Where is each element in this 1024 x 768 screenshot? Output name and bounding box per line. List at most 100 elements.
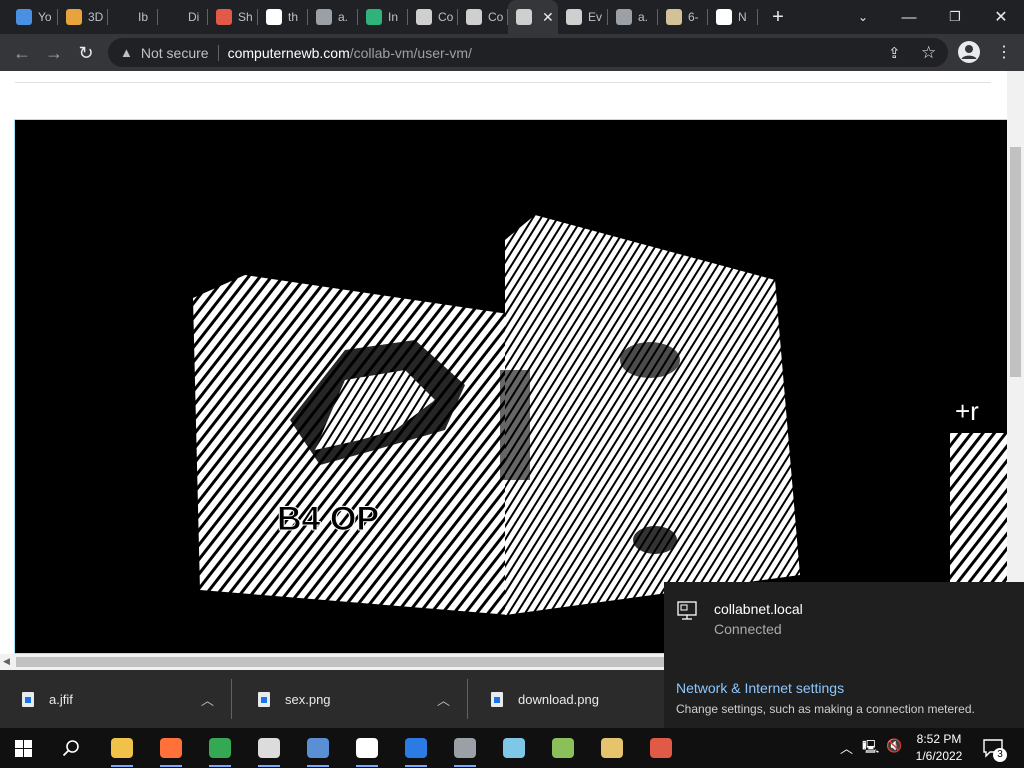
- running-app-indicator: [258, 765, 280, 767]
- security-label[interactable]: Not secure: [141, 45, 209, 61]
- back-arrow-icon: ←: [13, 42, 31, 63]
- chevron-up-icon[interactable]: ︿: [437, 690, 450, 709]
- collabvm-icon: [416, 9, 432, 25]
- windows-start-icon[interactable]: [15, 740, 32, 757]
- browser-tab[interactable]: ✕: [508, 0, 558, 34]
- tab-label: N: [738, 10, 747, 24]
- globe-icon: [316, 9, 332, 25]
- box-text-fragment: B4 OP: [277, 500, 379, 538]
- network-flyout: collabnet.local Connected Network & Inte…: [664, 582, 1024, 728]
- file-explorer-icon[interactable]: [110, 736, 134, 760]
- volume-muted-icon[interactable]: 🔇: [886, 738, 902, 754]
- download-filename: download.png: [518, 691, 599, 707]
- minimize-button[interactable]: —: [886, 4, 932, 30]
- vm-screen-image: B4 OP +r: [193, 215, 1007, 653]
- browser-tab[interactable]: a.: [608, 0, 658, 34]
- tab-strip: Yo 3D Ib Di Sh th a. In Co Co ✕ Ev a. 6- N + ⌄ — ❐ ✕: [0, 0, 1024, 34]
- tab-label: 3D: [88, 10, 104, 24]
- blank-icon: [116, 9, 132, 25]
- tab-label: Sh: [238, 10, 253, 24]
- translate-icon: [366, 9, 382, 25]
- paint-icon[interactable]: [600, 736, 624, 760]
- download-item[interactable]: sex.png ︿: [236, 670, 468, 728]
- network-name[interactable]: collabnet.local: [714, 601, 803, 617]
- browser-tab[interactable]: Ib: [108, 0, 158, 34]
- chrome-icon: [716, 9, 732, 25]
- address-bar[interactable]: ▲ Not secure computernewb.com /collab-vm…: [108, 38, 948, 67]
- paint-icon-glyph: [601, 738, 623, 758]
- bookmark-star-icon[interactable]: ☆: [921, 38, 936, 67]
- web-page: B4 OP +r: [0, 71, 1007, 654]
- browser-tab[interactable]: Yo: [8, 0, 58, 34]
- browser-tab[interactable]: Sh: [208, 0, 258, 34]
- search-icon[interactable]: [62, 739, 80, 757]
- firefox-icon[interactable]: [159, 736, 183, 760]
- share-icon[interactable]: ⇪: [888, 38, 901, 67]
- reload-button[interactable]: ↻: [72, 39, 100, 67]
- tab-label: th: [288, 10, 299, 24]
- google-icon: [266, 9, 282, 25]
- qbittorrent-icon[interactable]: [306, 736, 330, 760]
- running-app-indicator: [307, 765, 329, 767]
- clock-time: 8:52 PM: [916, 732, 962, 746]
- back-button[interactable]: ←: [8, 39, 36, 67]
- download-icon: [16, 9, 32, 25]
- close-tab-icon[interactable]: ✕: [542, 9, 554, 26]
- download-divider: [231, 679, 232, 719]
- qbittorrent-icon-glyph: [307, 738, 329, 758]
- chevron-up-icon[interactable]: ︿: [201, 690, 214, 709]
- tab-label: 6-: [688, 10, 699, 24]
- browser-tab[interactable]: Di: [158, 0, 208, 34]
- warning-icon: ▲: [120, 45, 133, 60]
- restore-button[interactable]: ❐: [932, 4, 978, 30]
- address-divider: [217, 44, 219, 61]
- globe-icon: [616, 9, 632, 25]
- network-tray-icon[interactable]: 🖳: [862, 738, 879, 760]
- vm-screen[interactable]: B4 OP +r: [14, 119, 1007, 654]
- colorful-icon: [66, 9, 82, 25]
- browser-tab[interactable]: Co: [458, 0, 508, 34]
- forward-button[interactable]: →: [40, 39, 68, 67]
- menu-kebab-icon[interactable]: ⋮: [996, 42, 1012, 62]
- vertical-scroll-thumb[interactable]: [1010, 147, 1021, 377]
- notepad-icon[interactable]: [502, 736, 526, 760]
- download-item[interactable]: a.jfif ︿: [0, 670, 232, 728]
- browser-tab[interactable]: Co: [408, 0, 458, 34]
- browser-tab[interactable]: Ev: [558, 0, 608, 34]
- browser-tab[interactable]: 6-: [658, 0, 708, 34]
- network-settings-link[interactable]: Network & Internet settings: [676, 680, 844, 696]
- plant-icon[interactable]: [551, 736, 575, 760]
- browser-tab[interactable]: In: [358, 0, 408, 34]
- video-icon[interactable]: [404, 736, 428, 760]
- browser-tab[interactable]: N: [708, 0, 758, 34]
- vertical-scrollbar[interactable]: [1007, 71, 1024, 654]
- profile-avatar[interactable]: [958, 41, 980, 63]
- taskbar-clock[interactable]: 8:52 PM 1/6/2022: [905, 731, 973, 765]
- firefox-icon-glyph: [160, 738, 182, 758]
- running-app-indicator: [209, 765, 231, 767]
- show-hidden-icons-chevron-icon[interactable]: ︿: [840, 738, 853, 757]
- browser-tab[interactable]: a.: [308, 0, 358, 34]
- download-filename: sex.png: [285, 691, 331, 707]
- paint3d-icon[interactable]: [649, 736, 673, 760]
- browser-toolbar: ← → ↻ ▲ Not secure computernewb.com /col…: [0, 34, 1024, 71]
- tab-search-button[interactable]: ⌄: [840, 4, 886, 30]
- notepad-icon-glyph: [503, 738, 525, 758]
- file-icon: [491, 691, 503, 707]
- horizontal-scrollbar[interactable]: ◀: [0, 654, 664, 670]
- browser-tab[interactable]: 3D: [58, 0, 108, 34]
- tab-label: Co: [488, 10, 504, 24]
- browser-tab[interactable]: th: [258, 0, 308, 34]
- archive-icon: [666, 9, 682, 25]
- running-app-indicator: [111, 765, 133, 767]
- scroll-left-arrow-icon[interactable]: ◀: [3, 656, 10, 667]
- new-tab-button[interactable]: +: [768, 6, 788, 29]
- close-window-button[interactable]: ✕: [978, 4, 1024, 30]
- tab-label: Di: [188, 10, 200, 24]
- ethernet-pc-icon: [677, 601, 697, 620]
- photos-icon[interactable]: [355, 736, 379, 760]
- obs-icon[interactable]: [257, 736, 281, 760]
- chrome-icon[interactable]: [208, 736, 232, 760]
- horizontal-scroll-thumb[interactable]: [16, 657, 664, 667]
- terminal-icon[interactable]: [453, 736, 477, 760]
